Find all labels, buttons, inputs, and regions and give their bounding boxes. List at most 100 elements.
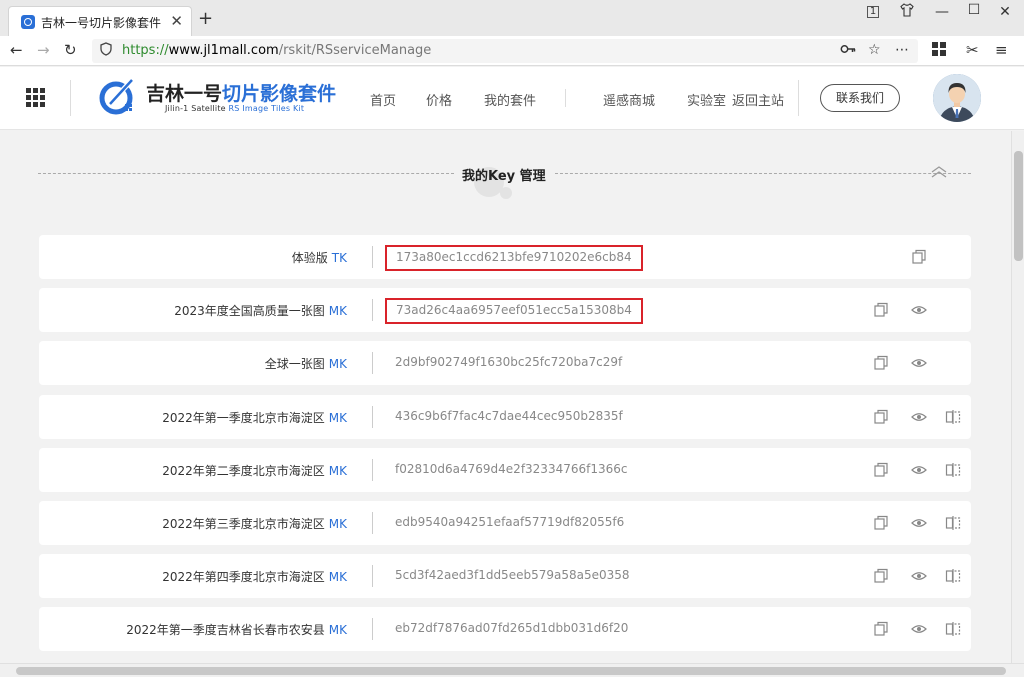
- key-type-badge: MK: [328, 517, 347, 531]
- url-text[interactable]: https://www.jl1mall.com/rskit/RSserviceM…: [122, 43, 431, 58]
- key-value[interactable]: 436c9b6f7fac4c7dae44cec950b2835f: [385, 405, 633, 431]
- key-value[interactable]: edb9540a94251efaaf57719df82055f6: [385, 511, 634, 537]
- site-logo-title[interactable]: 吉林一号切片影像套件: [146, 79, 336, 106]
- key-value[interactable]: 5cd3f42aed3f1dd5eeb579a58a5e0358: [385, 564, 640, 590]
- copy-icon[interactable]: [873, 302, 889, 318]
- key-row: 2022年第一季度北京市海淀区 MK 436c9b6f7fac4c7dae44cec…: [39, 394, 971, 439]
- divider: [372, 618, 373, 641]
- key-row: 2022年第一季度吉林省长春市农安县 MK eb72df7876ad07fd265d…: [39, 607, 971, 652]
- site-header: 吉林一号切片影像套件 Jilin-1 Satellite RS Image Ti…: [0, 67, 1024, 130]
- logo-sub-black: Jilin-1 Satellite: [165, 104, 229, 113]
- scrollbar-thumb[interactable]: [1014, 151, 1023, 261]
- copy-icon[interactable]: [873, 568, 889, 584]
- satellite-logo-icon[interactable]: [98, 76, 138, 116]
- key-value[interactable]: eb72df7876ad07fd265d1dbb031d6f20: [385, 617, 638, 643]
- key-type-badge: MK: [328, 357, 347, 372]
- compare-icon[interactable]: [945, 621, 961, 637]
- close-window-icon[interactable]: ✕: [995, 4, 1015, 20]
- key-name-text: 2022年第三季度北京市海淀区: [162, 517, 325, 531]
- nav-my-kit[interactable]: 我的套件: [484, 90, 536, 109]
- window-counter-icon[interactable]: 1: [867, 6, 879, 18]
- divider: [372, 458, 373, 481]
- compare-icon[interactable]: [945, 568, 961, 584]
- key-type-badge: MK: [328, 463, 347, 478]
- bookmark-star-icon[interactable]: ☆: [868, 42, 881, 58]
- shirt-icon[interactable]: [897, 3, 917, 21]
- decorative-bubble: [500, 187, 512, 199]
- divider: [372, 352, 373, 375]
- forward-icon[interactable]: →: [37, 41, 50, 59]
- site-favicon-icon: [21, 15, 35, 29]
- key-type-badge: TK: [331, 251, 347, 265]
- section-divider-right: [555, 173, 971, 174]
- divider: [372, 512, 373, 534]
- divider: [372, 405, 373, 428]
- eye-icon[interactable]: [911, 302, 927, 318]
- contact-us-button[interactable]: 联系我们: [820, 84, 900, 112]
- site-logo-subtitle: Jilin-1 Satellite RS Image Tiles Kit: [165, 104, 304, 113]
- key-type-badge: MK: [328, 410, 347, 425]
- nav-lab[interactable]: 实验室: [687, 90, 726, 109]
- browser-tab[interactable]: 吉林一号切片影像套件 ✕: [8, 6, 192, 36]
- copy-icon[interactable]: [873, 409, 889, 425]
- eye-icon[interactable]: [911, 621, 927, 637]
- copy-icon[interactable]: [873, 355, 889, 371]
- copy-icon[interactable]: [873, 621, 889, 637]
- key-icon[interactable]: [840, 42, 856, 60]
- nav-home[interactable]: 首页: [370, 90, 396, 109]
- compare-icon[interactable]: [945, 462, 961, 478]
- nav-price[interactable]: 价格: [426, 90, 452, 109]
- compare-icon[interactable]: [945, 515, 961, 531]
- key-value[interactable]: 73ad26c4aa6957eef051ecc5a15308b4: [385, 298, 643, 325]
- divider: [372, 299, 373, 322]
- tab-title: 吉林一号切片影像套件: [41, 16, 162, 30]
- minimize-icon[interactable]: —: [932, 4, 952, 20]
- section-divider-left: [38, 173, 454, 174]
- copy-icon[interactable]: [873, 515, 889, 531]
- section-title: 我的Key 管理: [462, 169, 546, 184]
- key-name-text: 2022年第二季度北京市海淀区: [162, 463, 325, 478]
- horizontal-scrollbar[interactable]: [0, 663, 1024, 677]
- scissors-icon[interactable]: ✂: [966, 41, 979, 59]
- avatar[interactable]: [933, 74, 981, 122]
- key-value[interactable]: 2d9bf902749f1630bc25fc720ba7c29f: [385, 351, 632, 377]
- key-name: 2022年第二季度北京市海淀区 MK: [162, 462, 347, 479]
- eye-icon[interactable]: [911, 355, 927, 371]
- divider: [372, 565, 373, 588]
- key-name: 体验版 TK: [292, 249, 347, 266]
- key-type-badge: MK: [328, 623, 347, 638]
- eye-icon[interactable]: [911, 462, 927, 478]
- key-row: 2022年第二季度北京市海淀区 MK f02810d6a4769d4e2f32334…: [39, 447, 971, 492]
- new-tab-icon[interactable]: +: [198, 8, 213, 29]
- close-tab-icon[interactable]: ✕: [170, 12, 183, 30]
- reload-icon[interactable]: ↻: [64, 41, 77, 59]
- key-value[interactable]: 173a80ec1ccd6213bfe9710202e6cb84: [385, 245, 643, 271]
- key-name-text: 全球一张图: [264, 357, 325, 372]
- extensions-grid-icon[interactable]: [932, 42, 946, 60]
- apps-grid-icon[interactable]: [26, 88, 45, 107]
- key-value[interactable]: f02810d6a4769d4e2f32334766f1366c: [385, 458, 637, 484]
- divider: [565, 89, 566, 107]
- key-type-badge: MK: [328, 570, 347, 585]
- maximize-icon[interactable]: ☐: [964, 2, 984, 18]
- address-bar[interactable]: https://www.jl1mall.com/rskit/RSserviceM…: [92, 39, 918, 63]
- more-options-icon[interactable]: ⋯: [895, 42, 909, 58]
- url-scheme: https://: [122, 43, 169, 58]
- back-icon[interactable]: ←: [10, 41, 23, 59]
- key-name: 全球一张图 MK: [265, 355, 347, 372]
- nav-back-to-main[interactable]: 返回主站: [732, 90, 784, 109]
- copy-icon[interactable]: [873, 462, 889, 478]
- nav-rs-mall[interactable]: 遥感商城: [603, 90, 655, 109]
- eye-icon[interactable]: [911, 409, 927, 425]
- vertical-scrollbar[interactable]: [1011, 131, 1024, 663]
- collapse-chevron-icon[interactable]: [930, 165, 948, 179]
- key-name-text: 体验版: [291, 251, 328, 265]
- key-name-text: 2023年度全国高质量一张图: [174, 304, 325, 319]
- copy-icon[interactable]: [911, 249, 927, 265]
- shield-icon[interactable]: [100, 42, 112, 59]
- eye-icon[interactable]: [911, 515, 927, 531]
- menu-icon[interactable]: ≡: [995, 41, 1008, 59]
- compare-icon[interactable]: [945, 409, 961, 425]
- eye-icon[interactable]: [911, 568, 927, 584]
- scrollbar-thumb[interactable]: [16, 667, 1006, 675]
